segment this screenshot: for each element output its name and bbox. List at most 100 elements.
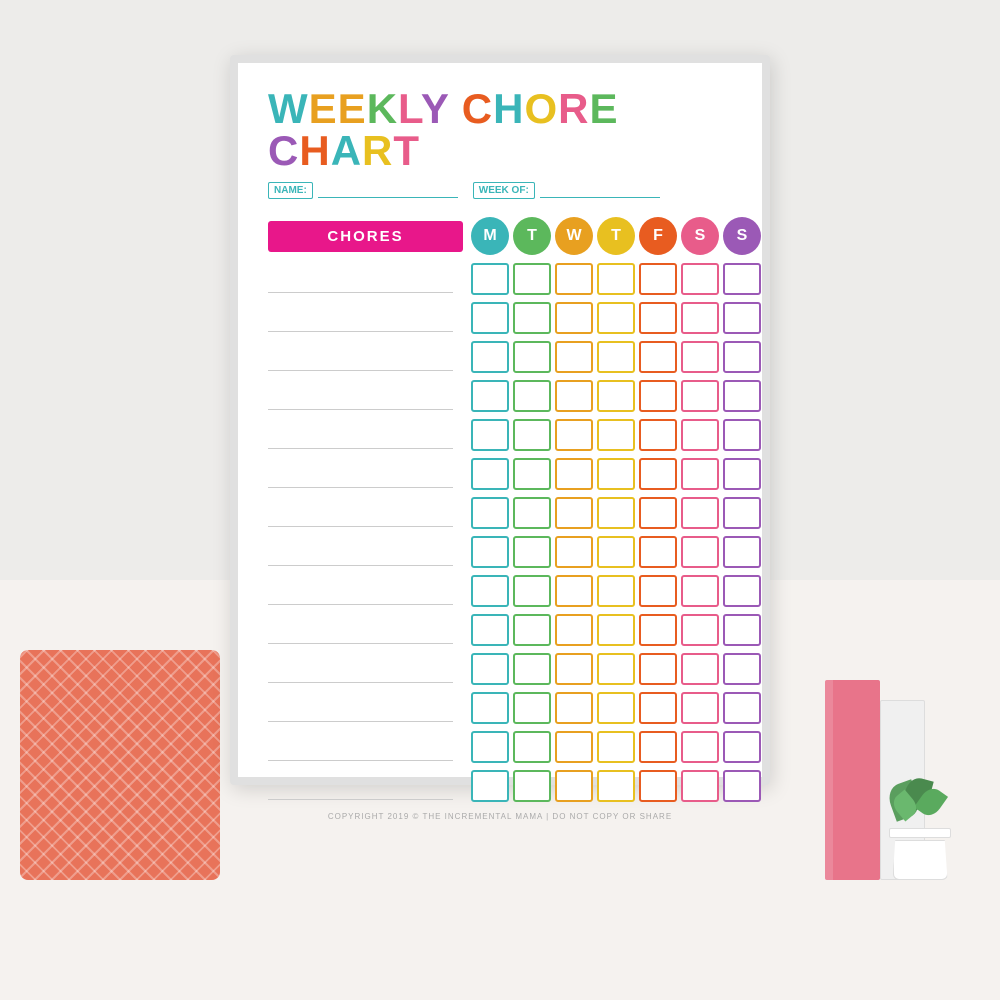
checkbox-cell[interactable] xyxy=(471,497,509,529)
checkbox-cell[interactable] xyxy=(513,536,551,568)
checkbox-cell[interactable] xyxy=(723,497,761,529)
checkbox-cell[interactable] xyxy=(513,263,551,295)
checkbox-cell[interactable] xyxy=(723,419,761,451)
checkbox-cell[interactable] xyxy=(681,575,719,607)
checkbox-cell[interactable] xyxy=(597,536,635,568)
checkbox-cell[interactable] xyxy=(555,692,593,724)
checkbox-cell[interactable] xyxy=(639,653,677,685)
checkbox-cell[interactable] xyxy=(555,302,593,334)
checkbox-cell[interactable] xyxy=(681,536,719,568)
checkbox-cell[interactable] xyxy=(639,692,677,724)
checkbox-cell[interactable] xyxy=(681,341,719,373)
checkbox-cell[interactable] xyxy=(513,458,551,490)
checkbox-cell[interactable] xyxy=(681,614,719,646)
checkbox-cell[interactable] xyxy=(639,458,677,490)
checkbox-cell[interactable] xyxy=(513,302,551,334)
checkbox-cell[interactable] xyxy=(597,614,635,646)
checkbox-cell[interactable] xyxy=(723,614,761,646)
checkbox-cell[interactable] xyxy=(513,614,551,646)
checkbox-cell[interactable] xyxy=(597,263,635,295)
checkbox-cell[interactable] xyxy=(471,653,509,685)
checkbox-cell[interactable] xyxy=(639,770,677,802)
checkbox-cell[interactable] xyxy=(513,770,551,802)
checkbox-cell[interactable] xyxy=(723,692,761,724)
checkbox-cell[interactable] xyxy=(597,575,635,607)
checkbox-cell[interactable] xyxy=(723,341,761,373)
fields-row: NAME: WEEK OF: xyxy=(268,182,732,199)
checkbox-cell[interactable] xyxy=(555,497,593,529)
checkbox-cell[interactable] xyxy=(555,731,593,763)
checkbox-cell[interactable] xyxy=(513,497,551,529)
checkbox-cell[interactable] xyxy=(597,302,635,334)
checkbox-cell[interactable] xyxy=(471,731,509,763)
checkbox-cell[interactable] xyxy=(597,458,635,490)
checkbox-cell[interactable] xyxy=(597,341,635,373)
checkbox-cell[interactable] xyxy=(555,770,593,802)
checkbox-cell[interactable] xyxy=(639,302,677,334)
day-circle-T2: T xyxy=(597,217,635,255)
checkbox-cell[interactable] xyxy=(555,341,593,373)
checkbox-cell[interactable] xyxy=(513,653,551,685)
checkbox-cell[interactable] xyxy=(471,380,509,412)
checkbox-cell[interactable] xyxy=(681,302,719,334)
checkbox-cell[interactable] xyxy=(639,341,677,373)
checkbox-cell[interactable] xyxy=(513,575,551,607)
checkbox-cell[interactable] xyxy=(597,497,635,529)
checkbox-cell[interactable] xyxy=(555,575,593,607)
checkbox-cell[interactable] xyxy=(513,341,551,373)
checkbox-cell[interactable] xyxy=(681,653,719,685)
checkbox-cell[interactable] xyxy=(723,575,761,607)
checkbox-cell[interactable] xyxy=(597,653,635,685)
checkbox-cell[interactable] xyxy=(723,770,761,802)
checkbox-cell[interactable] xyxy=(723,458,761,490)
checkbox-cell[interactable] xyxy=(639,614,677,646)
checkbox-cell[interactable] xyxy=(597,770,635,802)
checkbox-cell[interactable] xyxy=(471,770,509,802)
checkbox-cell[interactable] xyxy=(681,692,719,724)
checkbox-cell[interactable] xyxy=(723,653,761,685)
checkbox-cell[interactable] xyxy=(723,263,761,295)
checkbox-cell[interactable] xyxy=(555,614,593,646)
checkbox-cell[interactable] xyxy=(555,653,593,685)
checkbox-cell[interactable] xyxy=(597,731,635,763)
checkbox-cell[interactable] xyxy=(513,380,551,412)
checkbox-cell[interactable] xyxy=(471,692,509,724)
checkbox-cell[interactable] xyxy=(555,458,593,490)
checkbox-cell[interactable] xyxy=(555,419,593,451)
checkbox-cell[interactable] xyxy=(471,458,509,490)
checkbox-cell[interactable] xyxy=(723,302,761,334)
checkbox-cell[interactable] xyxy=(681,458,719,490)
checkbox-cell[interactable] xyxy=(513,419,551,451)
checkbox-cell[interactable] xyxy=(471,536,509,568)
checkbox-cell[interactable] xyxy=(471,614,509,646)
checkbox-cell[interactable] xyxy=(639,575,677,607)
checkbox-cell[interactable] xyxy=(723,380,761,412)
checkbox-cell[interactable] xyxy=(471,419,509,451)
checkbox-cell[interactable] xyxy=(681,497,719,529)
checkbox-cell[interactable] xyxy=(471,575,509,607)
checkbox-cell[interactable] xyxy=(639,419,677,451)
checkbox-cell[interactable] xyxy=(639,731,677,763)
checkbox-cell[interactable] xyxy=(471,341,509,373)
checkbox-cell[interactable] xyxy=(681,263,719,295)
checkbox-cell[interactable] xyxy=(597,419,635,451)
checkbox-cell[interactable] xyxy=(723,731,761,763)
checkbox-cell[interactable] xyxy=(471,302,509,334)
checkbox-cell[interactable] xyxy=(597,380,635,412)
checkbox-cell[interactable] xyxy=(639,263,677,295)
checkbox-cell[interactable] xyxy=(555,263,593,295)
checkbox-cell[interactable] xyxy=(513,731,551,763)
checkbox-cell[interactable] xyxy=(597,692,635,724)
checkbox-cell[interactable] xyxy=(639,380,677,412)
checkbox-cell[interactable] xyxy=(639,497,677,529)
checkbox-cell[interactable] xyxy=(681,419,719,451)
checkbox-cell[interactable] xyxy=(681,770,719,802)
checkbox-cell[interactable] xyxy=(555,380,593,412)
checkbox-cell[interactable] xyxy=(639,536,677,568)
checkbox-cell[interactable] xyxy=(555,536,593,568)
checkbox-cell[interactable] xyxy=(513,692,551,724)
checkbox-cell[interactable] xyxy=(681,731,719,763)
checkbox-cell[interactable] xyxy=(681,380,719,412)
checkbox-cell[interactable] xyxy=(723,536,761,568)
checkbox-cell[interactable] xyxy=(471,263,509,295)
